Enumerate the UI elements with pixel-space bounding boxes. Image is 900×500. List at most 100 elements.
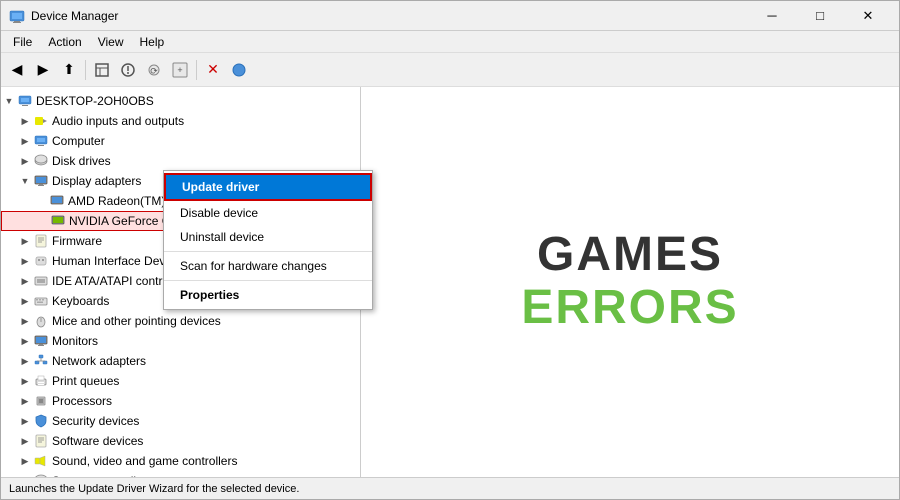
processors-icon <box>33 393 49 409</box>
ctx-sep-2 <box>164 280 372 281</box>
svg-text:⟳: ⟳ <box>150 66 158 76</box>
menu-bar: File Action View Help <box>1 31 899 53</box>
maximize-button[interactable]: □ <box>797 1 843 31</box>
ctx-properties[interactable]: Properties <box>164 283 372 307</box>
toolbar-btn-1[interactable] <box>90 58 114 82</box>
toolbar-back[interactable]: ◀ <box>5 58 29 82</box>
ctx-disable-device[interactable]: Disable device <box>164 201 372 225</box>
minimize-button[interactable]: ─ <box>749 1 795 31</box>
mice-icon <box>33 313 49 329</box>
tree-network[interactable]: ▶ Network adapters <box>1 351 360 371</box>
root-icon <box>17 93 33 109</box>
amd-icon <box>49 193 65 209</box>
tree-disk[interactable]: ▶ Disk drives <box>1 151 360 171</box>
firmware-arrow: ▶ <box>17 236 33 247</box>
toolbar-refresh[interactable] <box>227 58 251 82</box>
toolbar-forward[interactable]: ▶ <box>31 58 55 82</box>
toolbar-up[interactable]: ⬆ <box>57 58 81 82</box>
software-icon <box>33 433 49 449</box>
keyboard-icon <box>33 293 49 309</box>
tree-mice[interactable]: ▶ Mice and other pointing devices <box>1 311 360 331</box>
device-manager-window: Device Manager ─ □ ✕ File Action View He… <box>0 0 900 500</box>
tree-monitors[interactable]: ▶ Monitors <box>1 331 360 351</box>
right-panel: GAMES ERRORS <box>361 87 899 477</box>
security-label: Security devices <box>52 414 356 428</box>
network-icon <box>33 353 49 369</box>
close-button[interactable]: ✕ <box>845 1 891 31</box>
keyboard-arrow: ▶ <box>17 296 33 307</box>
sound-arrow: ▶ <box>17 456 33 467</box>
print-icon <box>33 373 49 389</box>
tree-sound[interactable]: ▶ Sound, video and game controllers <box>1 451 360 471</box>
app-icon <box>9 8 25 24</box>
nvidia-icon <box>50 213 66 229</box>
disk-label: Disk drives <box>52 154 356 168</box>
security-icon <box>33 413 49 429</box>
ctx-uninstall-device[interactable]: Uninstall device <box>164 225 372 249</box>
computer-icon <box>33 133 49 149</box>
computer-arrow: ▶ <box>17 136 33 147</box>
context-menu: Update driver Disable device Uninstall d… <box>163 170 373 310</box>
display-arrow: ▼ <box>17 176 33 186</box>
root-label: DESKTOP-2OH0OBS <box>36 94 356 108</box>
monitors-icon <box>33 333 49 349</box>
print-label: Print queues <box>52 374 356 388</box>
toolbar-btn-4[interactable]: + <box>168 58 192 82</box>
ide-icon <box>33 273 49 289</box>
sound-label: Sound, video and game controllers <box>52 454 356 468</box>
disk-arrow: ▶ <box>17 156 33 167</box>
audio-arrow: ▶ <box>17 116 33 127</box>
print-arrow: ▶ <box>17 376 33 387</box>
audio-label: Audio inputs and outputs <box>52 114 356 128</box>
mice-arrow: ▶ <box>17 316 33 327</box>
tree-audio[interactable]: ▶ Audio inputs and outputs <box>1 111 360 131</box>
brand-logo: GAMES ERRORS <box>521 229 738 335</box>
network-arrow: ▶ <box>17 356 33 367</box>
processors-arrow: ▶ <box>17 396 33 407</box>
audio-icon <box>33 113 49 129</box>
firmware-icon <box>33 233 49 249</box>
status-bar: Launches the Update Driver Wizard for th… <box>1 477 899 499</box>
window-title: Device Manager <box>31 9 749 23</box>
software-label: Software devices <box>52 434 356 448</box>
window-controls: ─ □ ✕ <box>749 1 891 31</box>
menu-help[interactable]: Help <box>132 33 173 51</box>
menu-view[interactable]: View <box>90 33 132 51</box>
computer-label: Computer <box>52 134 356 148</box>
toolbar-btn-2[interactable] <box>116 58 140 82</box>
hid-icon <box>33 253 49 269</box>
brand-games: GAMES <box>521 229 738 282</box>
toolbar-remove[interactable]: ✕ <box>201 58 225 82</box>
network-label: Network adapters <box>52 354 356 368</box>
monitors-arrow: ▶ <box>17 336 33 347</box>
toolbar-btn-3[interactable]: ⟳ <box>142 58 166 82</box>
mice-label: Mice and other pointing devices <box>52 314 356 328</box>
ctx-sep-1 <box>164 251 372 252</box>
toolbar-sep-1 <box>85 60 86 80</box>
ctx-update-driver[interactable]: Update driver <box>164 173 372 201</box>
title-bar: Device Manager ─ □ ✕ <box>1 1 899 31</box>
disk-icon <box>33 153 49 169</box>
menu-action[interactable]: Action <box>40 33 89 51</box>
main-content: ▼ DESKTOP-2OH0OBS ▶ Audio inputs and out… <box>1 87 899 477</box>
svg-text:+: + <box>177 65 182 75</box>
root-arrow: ▼ <box>1 96 17 106</box>
tree-root[interactable]: ▼ DESKTOP-2OH0OBS <box>1 91 360 111</box>
ctx-scan-hardware[interactable]: Scan for hardware changes <box>164 254 372 278</box>
brand-errors: ERRORS <box>521 282 738 335</box>
processors-label: Processors <box>52 394 356 408</box>
monitors-label: Monitors <box>52 334 356 348</box>
display-icon <box>33 173 49 189</box>
tree-computer[interactable]: ▶ Computer <box>1 131 360 151</box>
security-arrow: ▶ <box>17 416 33 427</box>
tree-print[interactable]: ▶ Print queues <box>1 371 360 391</box>
software-arrow: ▶ <box>17 436 33 447</box>
toolbar-sep-2 <box>196 60 197 80</box>
tree-software[interactable]: ▶ Software devices <box>1 431 360 451</box>
status-text: Launches the Update Driver Wizard for th… <box>9 483 299 495</box>
ide-arrow: ▶ <box>17 276 33 287</box>
tree-processors[interactable]: ▶ Processors <box>1 391 360 411</box>
menu-file[interactable]: File <box>5 33 40 51</box>
sound-icon <box>33 453 49 469</box>
tree-security[interactable]: ▶ Security devices <box>1 411 360 431</box>
